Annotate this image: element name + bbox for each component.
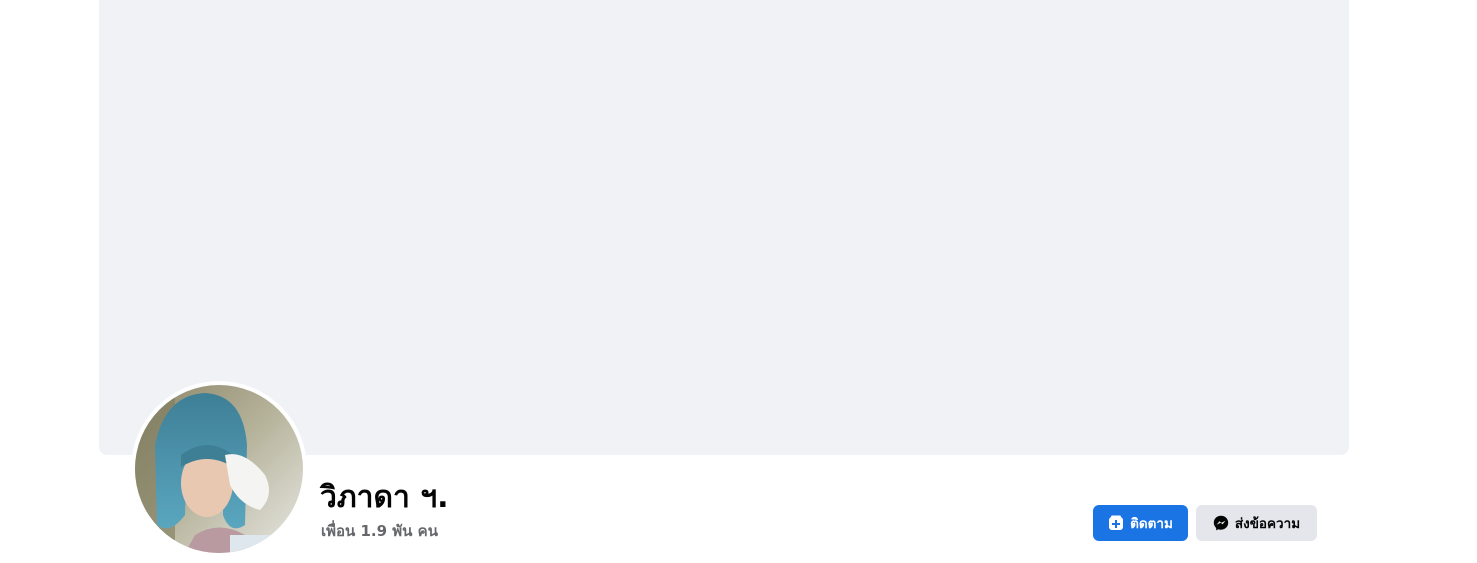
follow-button-label: ติดตาม (1130, 516, 1173, 532)
cover-photo[interactable] (99, 0, 1349, 455)
messenger-icon (1213, 515, 1229, 531)
send-message-button[interactable]: ส่งข้อความ (1196, 505, 1317, 541)
profile-picture-frame (131, 381, 307, 557)
profile-picture[interactable] (135, 385, 303, 553)
friends-count-link[interactable]: เพื่อน 1.9 พัน คน (321, 520, 438, 542)
profile-name: วิภาดา ฯ. (320, 480, 449, 515)
profile-photo-image (135, 385, 303, 553)
follow-plus-icon (1108, 515, 1124, 531)
follow-button[interactable]: ติดตาม (1093, 505, 1188, 541)
send-message-label: ส่งข้อความ (1234, 516, 1301, 532)
profile-page: วิภาดา ฯ. เพื่อน 1.9 พัน คน ติดตาม ส่งข้… (0, 0, 1477, 563)
